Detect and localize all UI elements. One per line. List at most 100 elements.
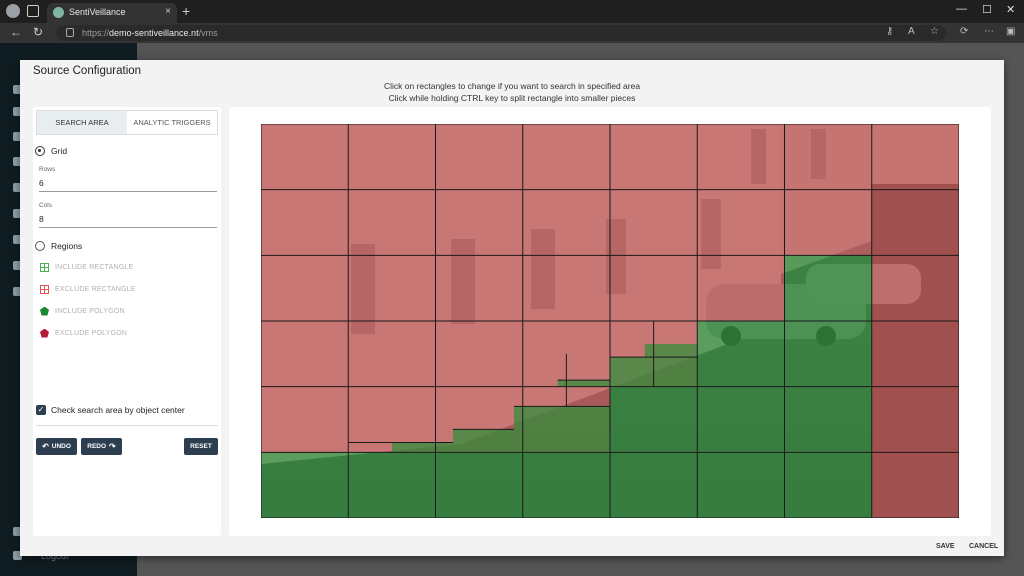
lock-icon [66, 28, 74, 37]
grid-cell[interactable] [261, 189, 349, 256]
include-polygon-tool[interactable]: INCLUDE POLYGON [40, 304, 125, 318]
save-button[interactable]: SAVE [936, 543, 955, 550]
grid-cell[interactable] [871, 386, 959, 453]
new-tab-button[interactable]: + [182, 3, 190, 19]
grid-cell[interactable] [871, 255, 959, 321]
grid-cell[interactable] [784, 452, 872, 518]
grid-cell[interactable] [435, 124, 523, 190]
grid-cell[interactable] [697, 386, 785, 453]
grid-cell[interactable] [697, 189, 785, 256]
grid-cell[interactable] [261, 124, 349, 190]
close-tab-icon[interactable]: × [165, 6, 171, 17]
grid-cell[interactable] [348, 255, 436, 321]
grid-cell[interactable] [435, 189, 523, 256]
grid-cell[interactable] [261, 386, 349, 453]
grid-cell[interactable] [348, 124, 436, 190]
browser-tab-bar: SentiVeillance × + — ☐ ✕ [0, 0, 1024, 23]
grid-cell[interactable] [697, 124, 785, 190]
grid-subcell[interactable] [452, 429, 515, 453]
dialog-title: Source Configuration [33, 65, 142, 77]
regions-radio[interactable] [35, 241, 45, 251]
tab-actions-icon[interactable] [27, 5, 39, 17]
grid-cell[interactable] [871, 452, 959, 518]
grid-cell[interactable] [522, 255, 610, 321]
include-rectangle-tool[interactable]: INCLUDE RECTANGLE [40, 260, 133, 274]
grid-cell[interactable] [871, 189, 959, 256]
cols-input[interactable]: 8 [39, 214, 217, 228]
undo-label: UNDO [51, 443, 71, 450]
extensions-icon[interactable]: ⟳ [960, 26, 968, 37]
grid-cell[interactable] [871, 321, 959, 387]
favicon-icon [53, 7, 64, 18]
grid-cell[interactable] [610, 386, 698, 453]
camera-image [261, 124, 959, 518]
reset-button[interactable]: RESET [184, 438, 218, 455]
profile-icon[interactable] [6, 4, 20, 18]
exclude-polygon-tool[interactable]: EXCLUDE POLYGON [40, 326, 127, 340]
include-rectangle-label: INCLUDE RECTANGLE [55, 263, 134, 271]
grid-cell[interactable] [784, 124, 872, 190]
grid-cell[interactable] [435, 452, 523, 518]
favorite-icon[interactable]: ☆ [930, 26, 939, 37]
rows-input[interactable]: 6 [39, 178, 217, 192]
grid-cell[interactable] [261, 255, 349, 321]
grid-cell[interactable] [435, 255, 523, 321]
grid-cell[interactable] [871, 124, 959, 190]
grid-cell[interactable] [610, 452, 698, 518]
exclude-rectangle-label: EXCLUDE RECTANGLE [55, 285, 136, 293]
grid-cell[interactable] [348, 189, 436, 256]
url-input[interactable]: https://demo-sentiveillance.nt/vms [56, 25, 946, 41]
grid-cell[interactable] [348, 321, 436, 387]
grid-cell[interactable] [522, 452, 610, 518]
camera-panel [229, 107, 991, 536]
tab-title: SentiVeillance [69, 7, 126, 17]
settings-tabs: SEARCH AREA ANALYTIC TRIGGERS [36, 110, 218, 135]
maximize-button[interactable]: ☐ [982, 3, 992, 16]
key-icon[interactable]: ⚷ [886, 26, 893, 37]
grid-cell[interactable] [784, 189, 872, 256]
grid-radio[interactable] [35, 146, 45, 156]
cancel-button[interactable]: CANCEL [969, 543, 998, 550]
settings-panel: SEARCH AREA ANALYTIC TRIGGERS Grid Rows … [33, 107, 221, 536]
grid-cell[interactable] [610, 124, 698, 190]
rows-label: Rows [39, 166, 56, 173]
grid-cell[interactable] [435, 321, 523, 387]
refresh-icon[interactable]: ↻ [33, 25, 43, 39]
object-center-checkbox[interactable]: ✓ [36, 405, 46, 415]
grid-cell[interactable] [610, 255, 698, 321]
menu-dots-icon[interactable]: ⋯ [984, 26, 994, 37]
browser-tab[interactable]: SentiVeillance × [47, 3, 177, 23]
grid-cell[interactable] [348, 452, 436, 518]
grid-cell[interactable] [784, 386, 872, 453]
grid-cell[interactable] [784, 321, 872, 387]
minimize-button[interactable]: — [956, 3, 967, 15]
sidebar-toggle-icon[interactable]: ▣ [1006, 26, 1015, 37]
camera-view[interactable] [261, 124, 959, 518]
grid-cell[interactable] [522, 124, 610, 190]
grid-subcell[interactable] [644, 343, 698, 358]
grid-cell[interactable] [697, 321, 785, 387]
redo-button[interactable]: REDO ↷ [81, 438, 122, 455]
grid-cell[interactable] [697, 452, 785, 518]
grid-cell[interactable] [784, 255, 872, 321]
grid-subcell[interactable] [514, 406, 610, 453]
undo-button[interactable]: ↶ UNDO [36, 438, 77, 455]
grid-subcell[interactable] [391, 442, 453, 453]
grid-cell[interactable] [697, 255, 785, 321]
grid-cell[interactable] [610, 189, 698, 256]
include-polygon-label: INCLUDE POLYGON [55, 307, 125, 315]
grid-subcell[interactable] [557, 380, 610, 387]
read-aloud-icon[interactable]: A [908, 26, 915, 37]
exclude-rectangle-tool[interactable]: EXCLUDE RECTANGLE [40, 282, 136, 296]
object-center-label: Check search area by object center [51, 405, 185, 415]
grid-label: Grid [51, 146, 68, 156]
tab-search-area[interactable]: SEARCH AREA [37, 111, 127, 134]
grid-cell[interactable] [522, 189, 610, 256]
grid-cell[interactable] [261, 321, 349, 387]
close-window-button[interactable]: ✕ [1006, 3, 1015, 16]
back-icon[interactable]: ← [10, 25, 22, 39]
include-rectangle-icon [40, 262, 49, 272]
grid-cell[interactable] [261, 452, 349, 518]
instruction-text-1: Click on rectangles to change if you wan… [383, 81, 641, 91]
tab-analytic-triggers[interactable]: ANALYTIC TRIGGERS [127, 111, 217, 134]
